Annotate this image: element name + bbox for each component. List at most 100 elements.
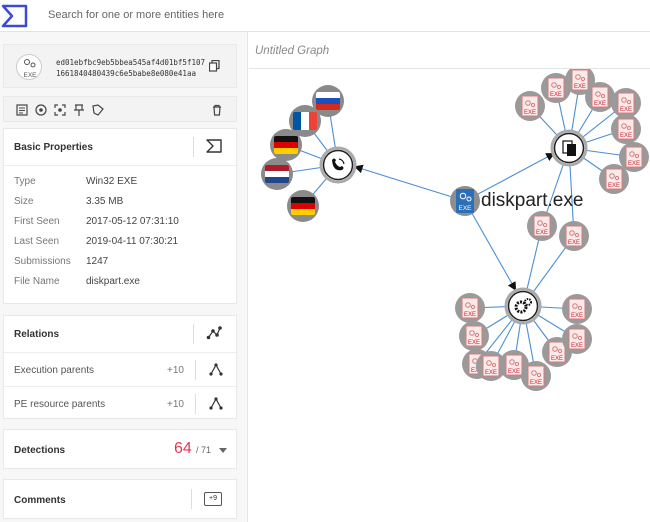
relationship-graph[interactable]: EXE EXE EXE EXE EXE EXE EXE EXE EXE EXE EXE EXE EXE E… [249, 69, 650, 522]
target-icon[interactable] [34, 103, 48, 117]
property-value: Win32 EXE [86, 176, 138, 187]
detection-total: / 71 [196, 445, 212, 455]
exe-file-node[interactable]: EXE [527, 211, 557, 241]
pin-icon[interactable] [72, 103, 86, 117]
top-bar: Search for one or more entities here [0, 0, 650, 32]
divider [193, 137, 194, 157]
exe-node-label: EXE [571, 343, 583, 349]
relation-count: +10 [167, 399, 184, 410]
exe-node-label: EXE [485, 370, 497, 376]
property-value: 2019-04-11 07:30:21 [86, 236, 179, 247]
exe-node-label: EXE [620, 133, 632, 139]
exe-node-label: EXE [620, 107, 632, 113]
exe-node-label: EXE [524, 110, 536, 116]
exe-file-node[interactable]: EXE [515, 91, 545, 121]
exe-file-node[interactable]: EXE [562, 324, 592, 354]
exe-node-label: EXE [536, 230, 548, 236]
copy-icon[interactable] [209, 60, 220, 72]
exe-node-label: EXE [594, 101, 606, 107]
exe-file-node[interactable]: EXE [559, 221, 589, 251]
relations-title: Relations [14, 329, 60, 340]
property-value: 3.35 MB [86, 196, 124, 207]
exe-file-node[interactable]: EXE [562, 294, 592, 324]
chevron-down-icon[interactable] [219, 448, 227, 453]
exe-node-label: EXE [468, 340, 480, 346]
relation-execution-parents[interactable]: Execution parents +10 [4, 352, 238, 386]
divider [193, 324, 194, 344]
comments-title: Comments [14, 495, 66, 506]
basic-properties-card: Basic Properties Type Win32 EXE Size 3.35 … [3, 128, 238, 305]
comment-icon[interactable]: +9 [204, 492, 222, 506]
relation-label: PE resource parents [14, 399, 106, 410]
exe-node-label: EXE [574, 84, 586, 90]
property-value: 2017-05-12 07:31:10 [86, 216, 179, 227]
exe-file-node[interactable]: EXE [459, 321, 489, 351]
exe-file-icon: EXE [16, 54, 42, 80]
graph-title[interactable]: Untitled Graph [255, 45, 329, 57]
exe-file-node[interactable]: EXE [611, 114, 641, 144]
delete-icon[interactable] [210, 103, 224, 117]
exe-node-label: EXE [568, 240, 580, 246]
graph-edge [353, 164, 466, 202]
exe-badge-text: EXE [23, 72, 37, 79]
hash-line-1: ed01ebfbc9eb5bbea545af4d01bf5f107 [56, 58, 206, 67]
left-panel: EXE ed01ebfbc9eb5bbea545af4d01bf5f107 16… [0, 32, 248, 522]
report-icon[interactable] [15, 103, 29, 117]
detection-score: 64 [174, 440, 192, 457]
divider [191, 489, 192, 509]
property-value: 1247 [86, 256, 109, 267]
comments-card: Comments +9 [3, 479, 237, 519]
detections-card[interactable]: Detections 64 / 71 [3, 429, 237, 469]
property-key: Submissions [14, 256, 71, 267]
exe-node-label: EXE [464, 312, 476, 318]
center-exe-node[interactable]: EXE [450, 186, 480, 216]
document-hub-icon[interactable] [550, 129, 588, 167]
relation-label: Execution parents [14, 365, 95, 376]
divider [195, 394, 196, 414]
virustotal-logo-icon[interactable] [0, 3, 30, 29]
exe-file-node[interactable]: EXE [599, 164, 629, 194]
property-key: Type [14, 176, 36, 187]
exe-file-node[interactable]: EXE [521, 361, 551, 391]
phone-hub-icon[interactable] [319, 146, 357, 184]
hash-line-2: 1661840480439c6e5babe8e080e41aa [56, 69, 196, 78]
exe-node-label: EXE [628, 161, 640, 167]
virustotal-icon[interactable] [206, 139, 222, 153]
exe-node-label: EXE [608, 183, 620, 189]
toolbar [3, 96, 237, 122]
center-exe-badge: EXE [458, 205, 472, 212]
center-node-label: diskpart.exe [481, 190, 584, 211]
exe-file-node[interactable]: EXE [455, 293, 485, 323]
property-value: diskpart.exe [86, 276, 140, 287]
tag-icon[interactable] [91, 103, 105, 117]
file-hash[interactable]: ed01ebfbc9eb5bbea545af4d01bf5f107 166184… [56, 57, 205, 79]
country-flag-node[interactable] [261, 158, 293, 190]
exe-node-label: EXE [508, 369, 520, 375]
exe-node-label: EXE [550, 92, 562, 98]
relation-count: +10 [167, 365, 184, 376]
divider [195, 360, 196, 380]
relations-card: Relations Execution parents +10 PE resou… [3, 315, 238, 420]
exe-file-node[interactable]: EXE [585, 82, 615, 112]
exe-file-node[interactable]: EXE [611, 88, 641, 118]
property-key: Last Seen [14, 236, 60, 247]
gear-hub-icon[interactable] [504, 287, 542, 325]
graph-edge [464, 200, 517, 291]
country-flag-node[interactable] [270, 129, 302, 161]
exe-node-label: EXE [530, 380, 542, 386]
property-key: Size [14, 196, 34, 207]
relations-graph-icon[interactable] [206, 326, 222, 340]
expand-relation-icon[interactable] [209, 363, 223, 376]
focus-icon[interactable] [53, 103, 67, 117]
basic-properties-title: Basic Properties [14, 142, 93, 153]
detections-title: Detections [14, 445, 66, 456]
expand-relation-icon[interactable] [209, 397, 223, 410]
search-input[interactable]: Search for one or more entities here [48, 9, 224, 21]
exe-node-label: EXE [551, 356, 563, 362]
relation-pe-resource-parents[interactable]: PE resource parents +10 [4, 386, 238, 420]
property-key: File Name [14, 276, 60, 287]
file-hash-card: EXE ed01ebfbc9eb5bbea545af4d01bf5f107 16… [3, 44, 237, 88]
country-flag-node[interactable] [287, 190, 319, 222]
exe-node-label: EXE [571, 313, 583, 319]
properties-list: Type Win32 EXE Size 3.35 MB First Seen 2017… [4, 165, 238, 305]
